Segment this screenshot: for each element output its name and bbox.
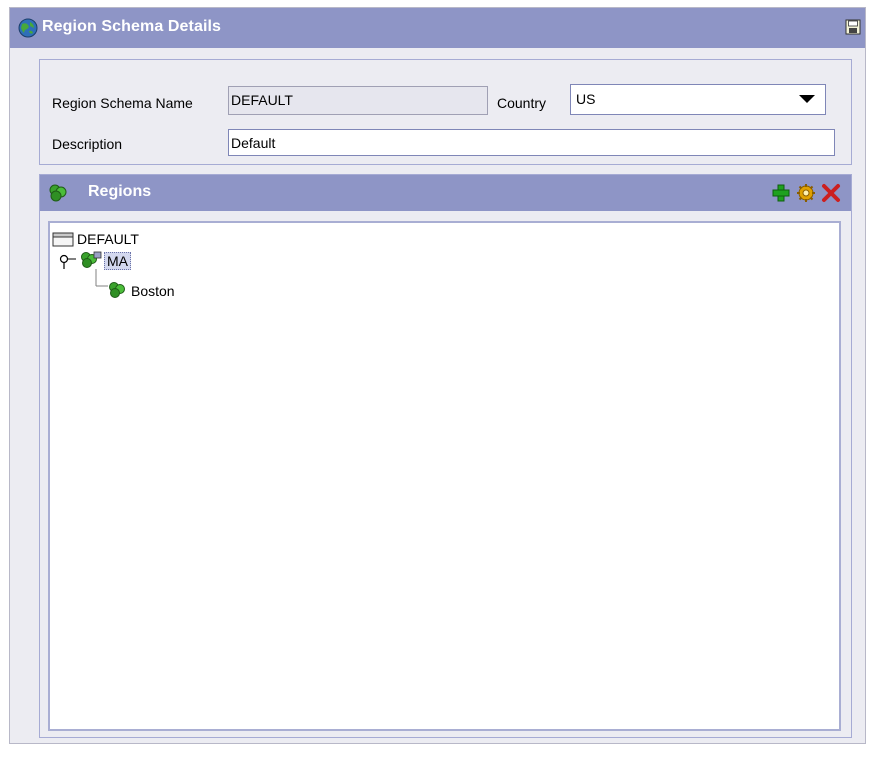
region-schema-name-label: Region Schema Name [52,95,193,111]
window-title: Region Schema Details [42,18,222,35]
tree-node-label: DEFAULT [77,231,139,247]
region-schema-name-field: DEFAULT [228,86,488,115]
delete-x-icon[interactable] [821,183,841,203]
country-label: Country [497,95,547,111]
country-value: US [576,91,596,107]
regions-panel: Regions DEFAULT MA Boston [39,174,852,738]
region-tree[interactable]: DEFAULT MA Boston [48,221,841,731]
plus-icon[interactable] [771,183,791,203]
regions-title: Regions [88,183,152,200]
description-label: Description [52,136,123,152]
chevron-down-icon [799,95,815,103]
gear-icon[interactable] [796,183,816,203]
globe-icon [18,18,38,38]
regions-header: Regions [40,175,851,211]
region-schema-window: Region Schema Details Region Schema Name… [9,7,866,744]
region-icon [109,282,125,298]
tree-node-label: Boston [131,283,175,299]
region-icon [81,251,102,268]
save-icon[interactable] [845,19,861,35]
folder-icon [52,232,74,247]
title-bar: Region Schema Details [10,8,865,48]
region-icon [49,184,67,202]
tree-node-label: MA [104,252,131,270]
details-panel: Region Schema Name DEFAULT Country US De… [39,59,852,165]
country-select[interactable]: US [570,84,826,115]
description-field[interactable]: Default [228,129,835,156]
